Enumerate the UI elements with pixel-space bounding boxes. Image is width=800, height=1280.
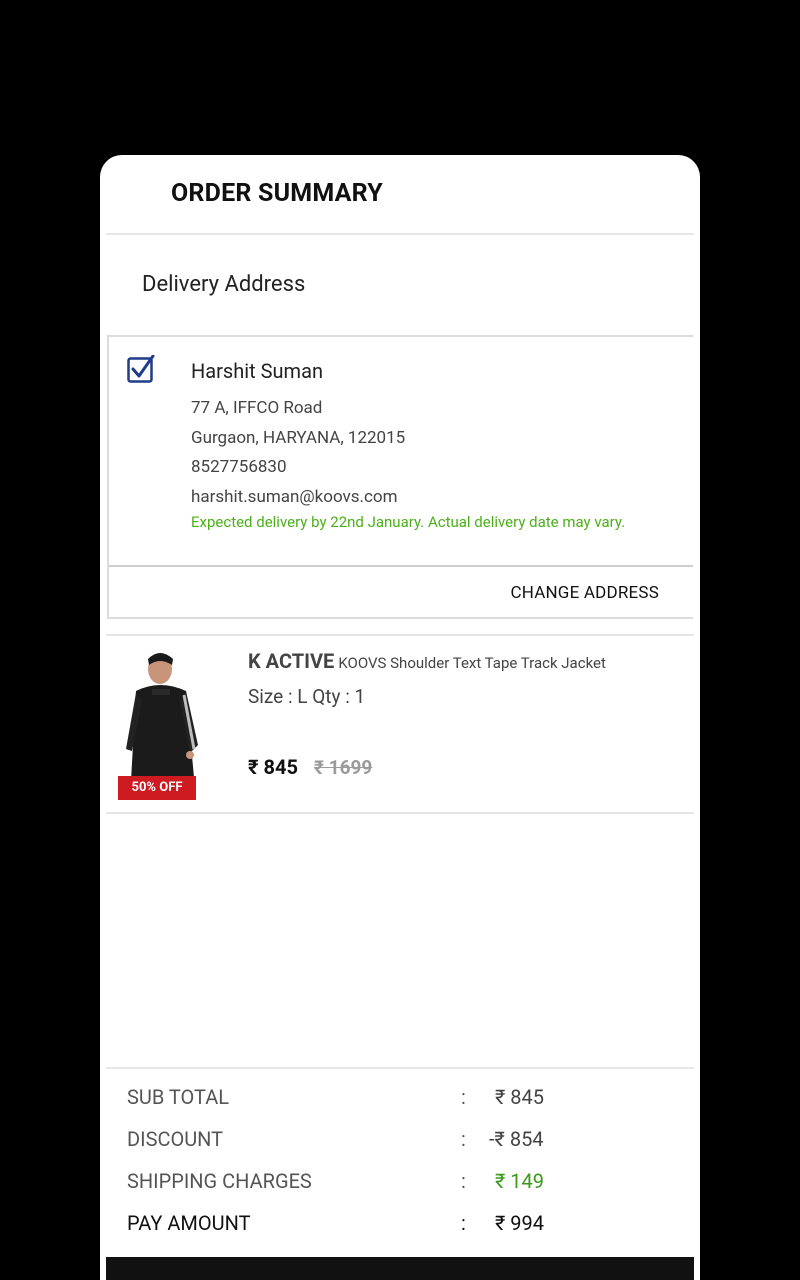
summary-value: ₹ 149 [495, 1169, 545, 1193]
summary-label: DISCOUNT [127, 1127, 224, 1151]
page-title: ORDER SUMMARY [171, 179, 383, 208]
summary-label: SHIPPING CHARGES [127, 1169, 312, 1193]
summary-row-shipping: SHIPPING CHARGES : ₹ 149 [127, 1169, 687, 1199]
cart-item[interactable]: 50% OFF K ACTIVE KOOVS Shoulder Text Tape… [106, 635, 694, 813]
discount-badge: 50% OFF [118, 776, 196, 800]
divider [106, 812, 694, 814]
original-price: ₹ 1699 [314, 756, 373, 779]
summary-value: ₹ 994 [495, 1211, 545, 1235]
product-title[interactable]: K ACTIVE KOOVS Shoulder Text Tape Track J… [248, 649, 606, 673]
product-brand: K ACTIVE [248, 649, 335, 673]
summary-colon: : [461, 1085, 466, 1109]
summary-colon: : [461, 1169, 466, 1193]
product-price: ₹ 845 [248, 755, 298, 779]
change-address-button[interactable]: CHANGE ADDRESS [510, 583, 659, 603]
summary-row-pay-amount: PAY AMOUNT : ₹ 994 [127, 1211, 687, 1241]
summary-colon: : [461, 1211, 466, 1235]
recipient-name: Harshit Suman [191, 359, 323, 383]
phone-number: 8527756830 [191, 457, 287, 477]
email-address: harshit.suman@koovs.com [191, 487, 398, 507]
summary-value: -₹ 854 [489, 1127, 544, 1151]
address-card[interactable]: Harshit Suman 77 A, IFFCO Road Gurgaon, … [107, 335, 693, 619]
summary-row-discount: DISCOUNT : -₹ 854 [127, 1127, 687, 1157]
size-quantity: Size : L Qty : 1 [248, 685, 366, 708]
order-summary-card: ORDER SUMMARY Delivery Address Harshit S… [100, 155, 700, 1280]
checkbox-checked-icon[interactable] [127, 355, 155, 383]
summary-label: SUB TOTAL [127, 1085, 230, 1109]
expected-delivery-note: Expected delivery by 22nd January. Actua… [191, 513, 626, 531]
summary-label: PAY AMOUNT [127, 1211, 251, 1235]
summary-value: ₹ 845 [495, 1085, 545, 1109]
divider [106, 1067, 694, 1069]
divider [106, 233, 694, 235]
proceed-bar[interactable] [106, 1257, 694, 1280]
product-name: KOOVS Shoulder Text Tape Track Jacket [338, 654, 606, 672]
summary-colon: : [461, 1127, 466, 1151]
divider [109, 565, 693, 567]
summary-row-subtotal: SUB TOTAL : ₹ 845 [127, 1085, 687, 1115]
address-line-2: Gurgaon, HARYANA, 122015 [191, 428, 406, 448]
address-line-1: 77 A, IFFCO Road [191, 398, 323, 418]
delivery-address-heading: Delivery Address [142, 272, 306, 297]
